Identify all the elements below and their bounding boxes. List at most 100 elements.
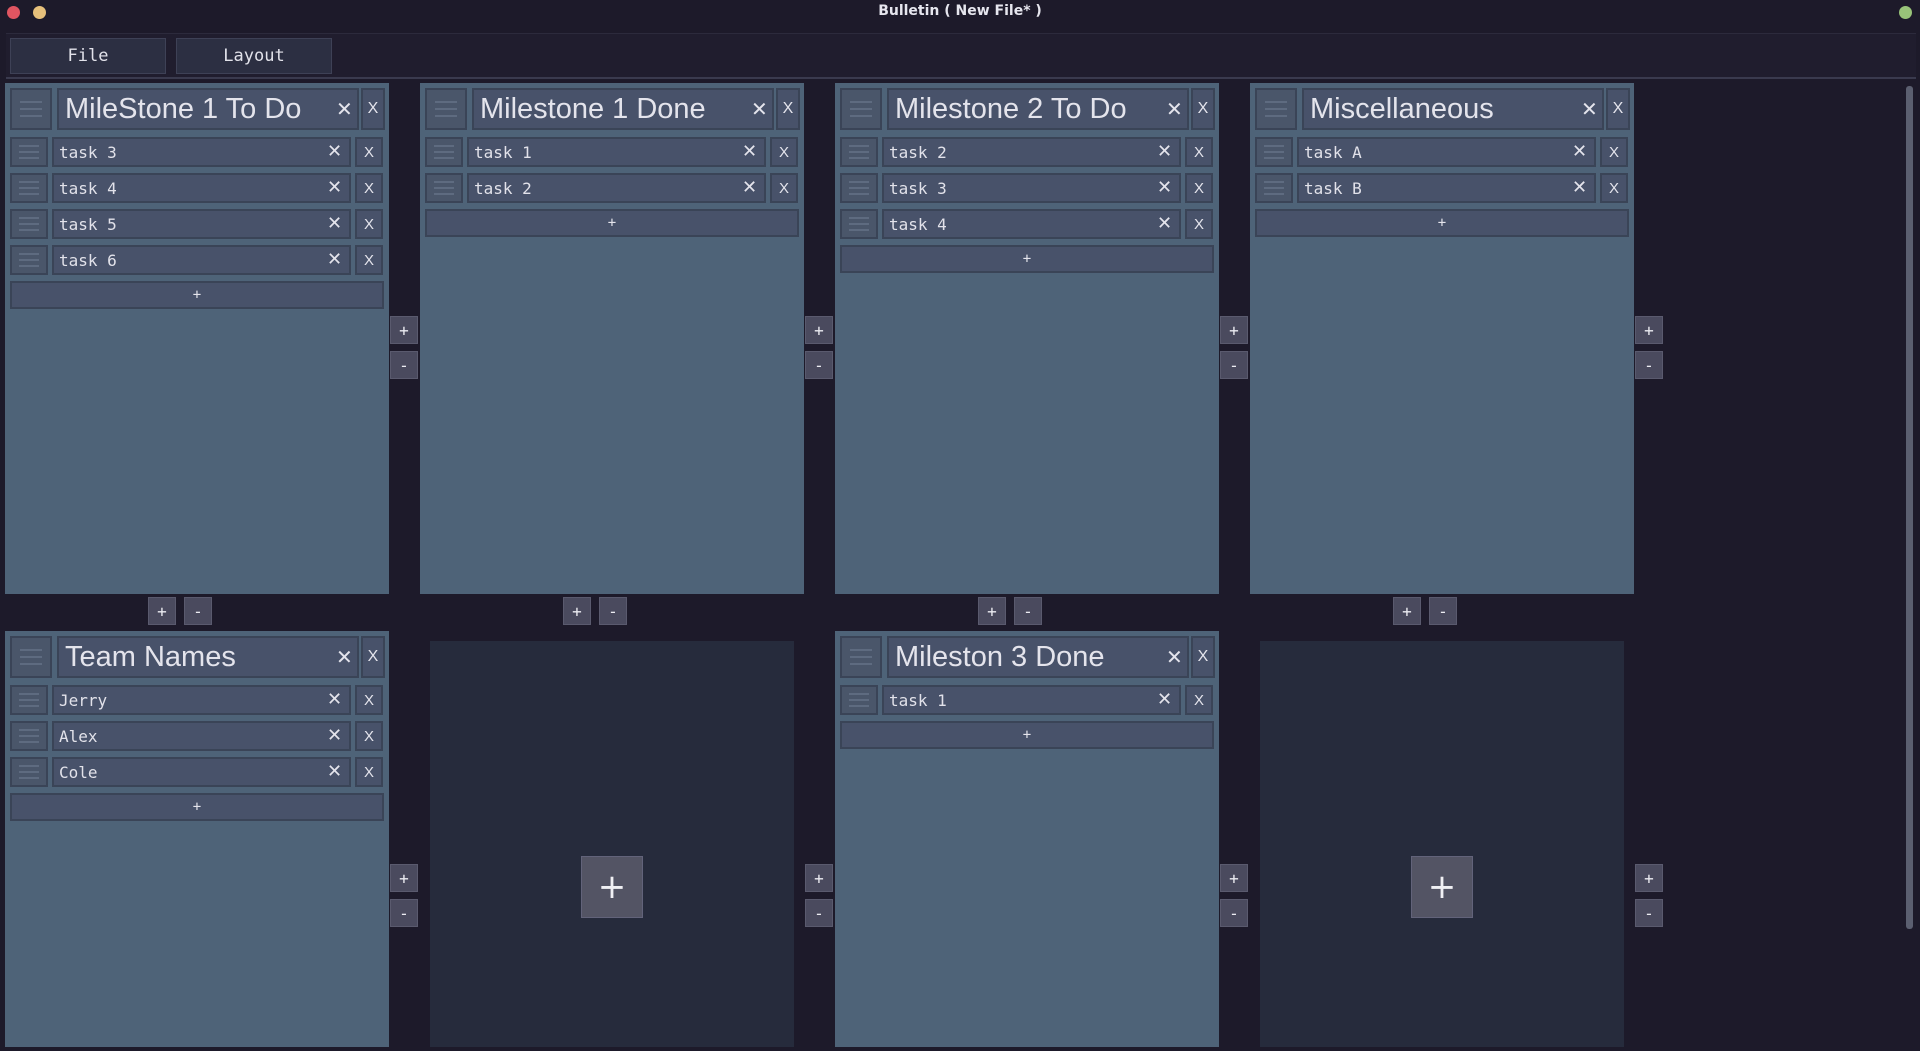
item-drag-handle[interactable] (425, 173, 463, 203)
remove-column-button[interactable]: - (1635, 351, 1663, 379)
add-column-button[interactable]: + (805, 316, 833, 344)
list-drag-handle[interactable] (840, 636, 882, 678)
delete-item-button[interactable]: X (1185, 209, 1213, 239)
list-drag-handle[interactable] (10, 88, 52, 130)
list-title[interactable]: Mileston 3 Done (887, 636, 1189, 678)
item-drag-handle[interactable] (1255, 137, 1293, 167)
item-input[interactable]: task 6 (52, 245, 351, 275)
clear-item-icon[interactable]: ✕ (327, 689, 342, 710)
delete-item-button[interactable]: X (355, 209, 383, 239)
add-list-button[interactable]: + (1411, 856, 1473, 918)
item-input[interactable]: task A (1297, 137, 1596, 167)
item-input[interactable]: task 3 (52, 137, 351, 167)
item-drag-handle[interactable] (840, 173, 878, 203)
delete-item-button[interactable]: X (355, 757, 383, 787)
item-drag-handle[interactable] (840, 209, 878, 239)
add-item-button[interactable]: + (1255, 209, 1629, 237)
item-drag-handle[interactable] (10, 209, 48, 239)
remove-column-button[interactable]: - (805, 351, 833, 379)
vertical-scrollbar[interactable] (1906, 86, 1913, 929)
remove-row-button[interactable]: - (184, 597, 212, 625)
item-input[interactable]: task 1 (882, 685, 1181, 715)
item-input[interactable]: task 1 (467, 137, 766, 167)
list-drag-handle[interactable] (10, 636, 52, 678)
clear-item-icon[interactable]: ✕ (1572, 141, 1587, 162)
list-drag-handle[interactable] (840, 88, 882, 130)
menu-layout[interactable]: Layout (176, 38, 332, 74)
list-title[interactable]: Team Names (57, 636, 359, 678)
list-drag-handle[interactable] (1255, 88, 1297, 130)
clear-item-icon[interactable]: ✕ (327, 141, 342, 162)
clear-item-icon[interactable]: ✕ (327, 213, 342, 234)
clear-title-icon[interactable]: ✕ (336, 645, 353, 669)
add-column-button[interactable]: + (1220, 316, 1248, 344)
item-drag-handle[interactable] (10, 173, 48, 203)
maximize-window-button[interactable] (1899, 6, 1912, 19)
remove-column-button[interactable]: - (390, 351, 418, 379)
clear-item-icon[interactable]: ✕ (327, 725, 342, 746)
clear-item-icon[interactable]: ✕ (1157, 177, 1172, 198)
add-row-button[interactable]: + (563, 597, 591, 625)
add-column-button[interactable]: + (805, 864, 833, 892)
menu-file[interactable]: File (10, 38, 166, 74)
clear-item-icon[interactable]: ✕ (742, 141, 757, 162)
item-drag-handle[interactable] (10, 137, 48, 167)
add-row-button[interactable]: + (1393, 597, 1421, 625)
add-item-button[interactable]: + (10, 793, 384, 821)
add-column-button[interactable]: + (1635, 316, 1663, 344)
add-row-button[interactable]: + (978, 597, 1006, 625)
item-input[interactable]: task 5 (52, 209, 351, 239)
delete-list-button[interactable]: X (1606, 88, 1630, 130)
list-title[interactable]: Miscellaneous (1302, 88, 1604, 130)
delete-item-button[interactable]: X (1600, 173, 1628, 203)
delete-item-button[interactable]: X (770, 137, 798, 167)
clear-item-icon[interactable]: ✕ (742, 177, 757, 198)
delete-item-button[interactable]: X (770, 173, 798, 203)
delete-list-button[interactable]: X (361, 636, 385, 678)
clear-item-icon[interactable]: ✕ (1572, 177, 1587, 198)
remove-column-button[interactable]: - (1220, 899, 1248, 927)
remove-column-button[interactable]: - (805, 899, 833, 927)
list-drag-handle[interactable] (425, 88, 467, 130)
delete-item-button[interactable]: X (1600, 137, 1628, 167)
add-column-button[interactable]: + (390, 864, 418, 892)
item-input[interactable]: task 3 (882, 173, 1181, 203)
delete-item-button[interactable]: X (355, 137, 383, 167)
clear-item-icon[interactable]: ✕ (1157, 213, 1172, 234)
delete-item-button[interactable]: X (1185, 173, 1213, 203)
remove-row-button[interactable]: - (599, 597, 627, 625)
remove-column-button[interactable]: - (1635, 899, 1663, 927)
item-input[interactable]: Cole (52, 757, 351, 787)
item-input[interactable]: task 4 (52, 173, 351, 203)
delete-item-button[interactable]: X (355, 685, 383, 715)
delete-list-button[interactable]: X (776, 88, 800, 130)
item-drag-handle[interactable] (10, 685, 48, 715)
clear-item-icon[interactable]: ✕ (327, 177, 342, 198)
add-list-button[interactable]: + (581, 856, 643, 918)
clear-item-icon[interactable]: ✕ (327, 249, 342, 270)
remove-row-button[interactable]: - (1014, 597, 1042, 625)
item-drag-handle[interactable] (10, 757, 48, 787)
add-column-button[interactable]: + (390, 316, 418, 344)
clear-title-icon[interactable]: ✕ (336, 97, 353, 121)
clear-item-icon[interactable]: ✕ (1157, 141, 1172, 162)
list-title[interactable]: Milestone 1 Done (472, 88, 774, 130)
add-column-button[interactable]: + (1220, 864, 1248, 892)
add-row-button[interactable]: + (148, 597, 176, 625)
add-item-button[interactable]: + (840, 721, 1214, 749)
add-item-button[interactable]: + (840, 245, 1214, 273)
delete-item-button[interactable]: X (355, 173, 383, 203)
item-drag-handle[interactable] (10, 245, 48, 275)
clear-item-icon[interactable]: ✕ (327, 761, 342, 782)
item-input[interactable]: task 2 (882, 137, 1181, 167)
delete-list-button[interactable]: X (1191, 636, 1215, 678)
list-title[interactable]: MileStone 1 To Do (57, 88, 359, 130)
item-input[interactable]: Jerry (52, 685, 351, 715)
clear-title-icon[interactable]: ✕ (1166, 645, 1183, 669)
item-drag-handle[interactable] (425, 137, 463, 167)
list-title[interactable]: Milestone 2 To Do (887, 88, 1189, 130)
item-input[interactable]: task 2 (467, 173, 766, 203)
item-drag-handle[interactable] (10, 721, 48, 751)
add-column-button[interactable]: + (1635, 864, 1663, 892)
item-drag-handle[interactable] (1255, 173, 1293, 203)
